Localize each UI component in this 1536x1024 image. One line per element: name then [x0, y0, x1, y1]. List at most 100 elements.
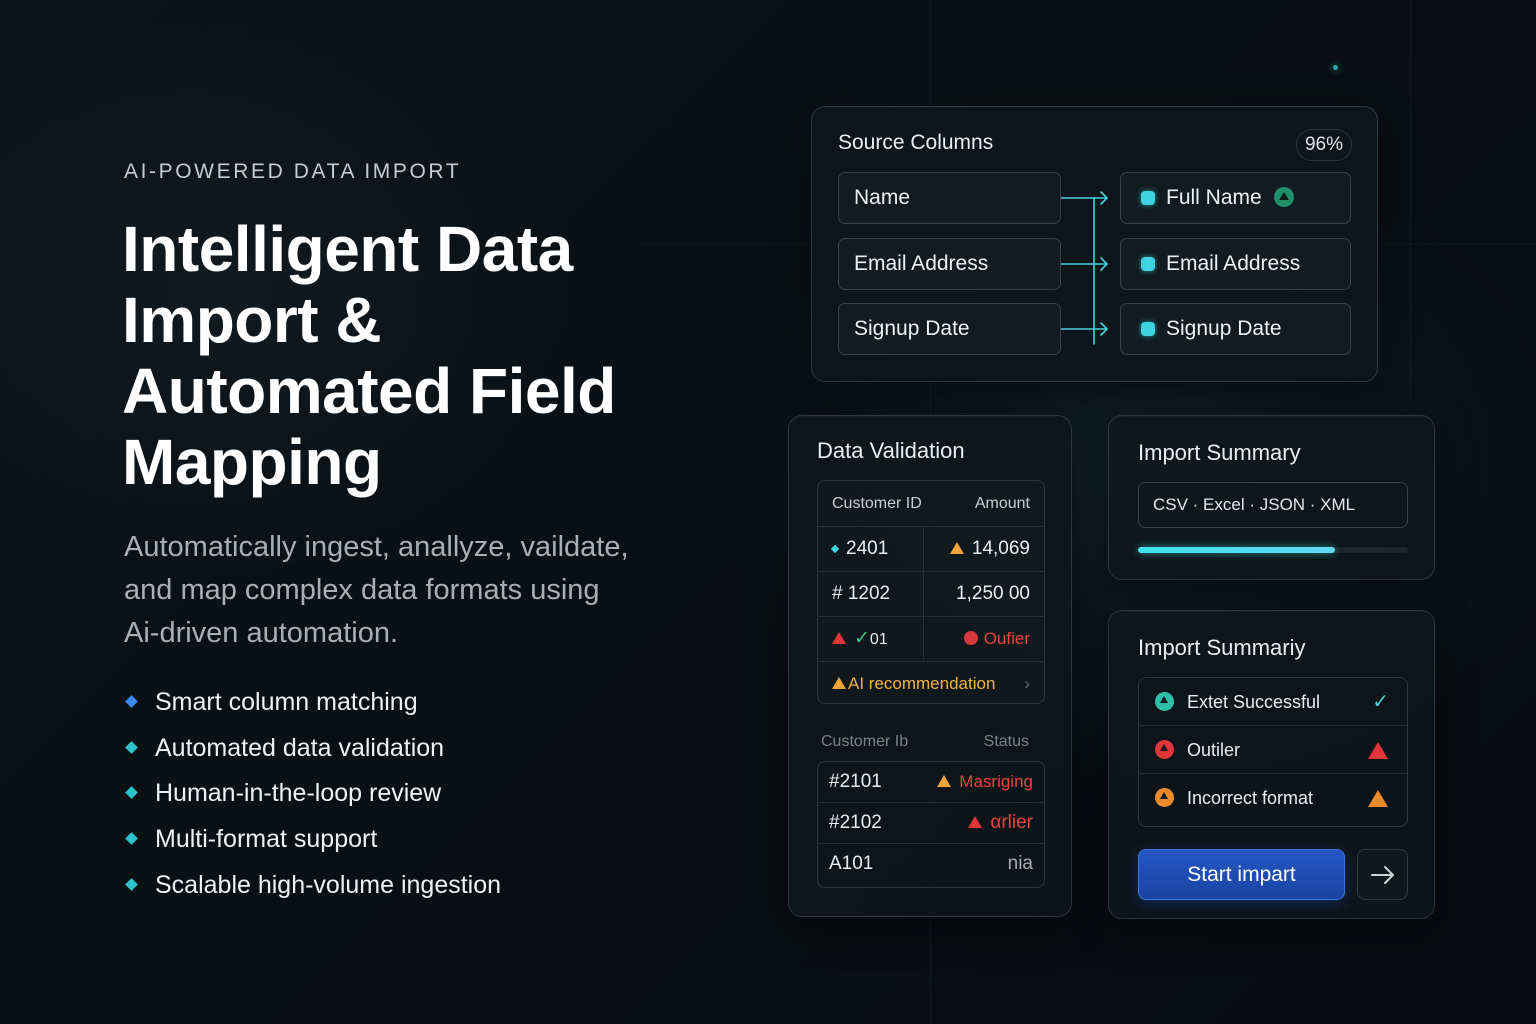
- source-field-email[interactable]: Email Address: [838, 238, 1061, 290]
- import-progress-bar: [1138, 547, 1408, 553]
- customer-id: 2401: [846, 538, 889, 559]
- column-divider: [923, 572, 924, 616]
- customer-id: #2102: [829, 812, 882, 833]
- validation-title: Data Validation: [817, 438, 965, 463]
- status-table: #2101 Masriging #2102 αrlier A101 nia: [817, 761, 1045, 888]
- feature-label: Multi-format support: [155, 825, 378, 854]
- table-row[interactable]: #2102 αrlier: [818, 803, 1044, 844]
- feature-label: Human-in-the-loop review: [155, 779, 442, 808]
- import-summary-card: Import Summary CSV · Excel · JSON · XML: [1108, 415, 1435, 580]
- status-label: Incorrect format: [1187, 788, 1314, 808]
- target-field-email[interactable]: Email Address: [1120, 238, 1351, 290]
- ai-recommendation-row[interactable]: AI recommendation ›: [818, 662, 1044, 703]
- warning-icon: [949, 542, 964, 554]
- table-row[interactable]: A101 nia: [818, 844, 1044, 885]
- target-field-label: Signup Date: [1166, 317, 1282, 340]
- target-field-full-name[interactable]: Full Name: [1120, 172, 1351, 224]
- mapping-title: Source Columns: [838, 131, 994, 154]
- alert-icon: [1155, 740, 1174, 759]
- amount-value: 1,250 00: [956, 583, 1030, 604]
- diamond-bullet-icon: [125, 740, 138, 754]
- grid-line: [1410, 0, 1411, 400]
- calendar-icon: [1141, 322, 1155, 336]
- feature-item: Human-in-the-loop review: [124, 771, 501, 817]
- feature-label: Smart column matching: [155, 688, 418, 716]
- warning-icon: [1368, 790, 1388, 807]
- source-field-signup-date[interactable]: Signup Date: [838, 303, 1061, 355]
- headline-line: Intelligent Data: [122, 213, 573, 285]
- alert-icon: [1155, 788, 1174, 807]
- next-button[interactable]: [1357, 849, 1408, 900]
- subtitle: Automatically ingest, anallyze, vaildate…: [124, 526, 664, 655]
- subtitle-line: Automatically ingest, anallyze, vaildate…: [124, 531, 629, 563]
- progress-fill: [1138, 547, 1336, 553]
- column-header: Customer Ib: [821, 733, 909, 750]
- customer-id: 01: [869, 631, 888, 648]
- supported-formats: CSV · Excel · JSON · XML: [1138, 482, 1408, 528]
- amount-value: Oufier: [983, 629, 1030, 648]
- warning-icon: [968, 816, 983, 828]
- status-value: αrlier: [990, 812, 1033, 833]
- column-header: Customer ID: [832, 495, 922, 512]
- feature-item: Smart column matching: [124, 680, 501, 726]
- headline-line: Import &: [122, 284, 382, 356]
- start-import-button[interactable]: Start impart: [1138, 849, 1345, 900]
- edit-icon: [830, 544, 840, 554]
- diamond-bullet-icon: [125, 877, 138, 891]
- status-list: Extet Successful ✓ Outiler Incorrect for…: [1138, 677, 1408, 827]
- status-value: nia: [1007, 853, 1033, 874]
- table-row[interactable]: #2101 Masriging: [818, 762, 1044, 803]
- eyebrow-label: AI-POWERED DATA IMPORT: [124, 160, 462, 183]
- check-icon: ✓: [854, 628, 870, 649]
- list-item[interactable]: Incorrect format: [1139, 774, 1407, 822]
- column-divider: [923, 527, 924, 571]
- headline-line: Automated Field: [122, 355, 616, 427]
- warning-icon: [832, 677, 846, 689]
- feature-item: Multi-format support: [124, 817, 501, 863]
- customer-id: # 1202: [832, 583, 891, 604]
- target-field-label: Full Name: [1166, 186, 1262, 209]
- field-type-icon: [1141, 191, 1155, 205]
- warning-icon: [832, 632, 846, 644]
- column-divider: [923, 617, 924, 661]
- warning-icon: [1368, 742, 1388, 759]
- feature-item: Automated data validation: [124, 726, 501, 772]
- glow-dot: [1333, 65, 1338, 70]
- status-label: Extet Successful: [1187, 692, 1321, 712]
- summary-title: Import Summary: [1138, 440, 1301, 465]
- table-header-row: Customer ID Amount: [818, 481, 1044, 527]
- source-field-name[interactable]: Name: [838, 172, 1061, 224]
- warning-icon: [937, 775, 952, 787]
- page-title: Intelligent Data Import & Automated Fiel…: [122, 214, 682, 498]
- validation-table: Customer ID Amount 2401 14,069 # 1202 1,…: [817, 480, 1045, 704]
- feature-label: Automated data validation: [155, 733, 445, 762]
- summary-title: Import Summariy: [1138, 635, 1306, 660]
- customer-id: A101: [829, 853, 874, 874]
- status-label: Outiler: [1187, 740, 1241, 760]
- table-row[interactable]: ✓01 Oufier: [818, 617, 1044, 662]
- field-type-icon: [1141, 257, 1155, 271]
- subtitle-line: Ai-driven automation.: [124, 617, 399, 649]
- diamond-bullet-icon: [125, 832, 138, 845]
- feature-item: Scalable high-volume ingestion: [124, 863, 501, 909]
- error-icon: [963, 631, 978, 645]
- table-row[interactable]: # 1202 1,250 00: [818, 572, 1044, 617]
- feature-list: Smart column matching Automated data val…: [124, 680, 501, 908]
- chevron-right-icon: ›: [1024, 674, 1030, 693]
- field-mapping-card: Source Columns 96% Name Email Address Si…: [811, 106, 1378, 382]
- check-icon: ✓: [1372, 691, 1389, 713]
- import-status-card: Import Summariy Extet Successful ✓ Outil…: [1108, 610, 1435, 919]
- target-field-signup-date[interactable]: Signup Date: [1120, 303, 1351, 355]
- target-field-label: Email Address: [1166, 252, 1301, 275]
- status-table-header: Customer Ib Status: [821, 733, 1029, 751]
- column-header: Status: [983, 733, 1029, 750]
- mapping-connector-lines: [1061, 191, 1108, 345]
- table-row[interactable]: 2401 14,069: [818, 527, 1044, 572]
- customer-id: #2101: [829, 771, 882, 792]
- confidence-badge: 96%: [1295, 129, 1352, 161]
- feature-label: Scalable high-volume ingestion: [155, 870, 502, 899]
- recommendation-label: AI recommendation: [848, 674, 996, 693]
- diamond-bullet-icon: [125, 695, 138, 708]
- list-item[interactable]: Extet Successful ✓: [1139, 678, 1407, 726]
- list-item[interactable]: Outiler: [1139, 726, 1407, 774]
